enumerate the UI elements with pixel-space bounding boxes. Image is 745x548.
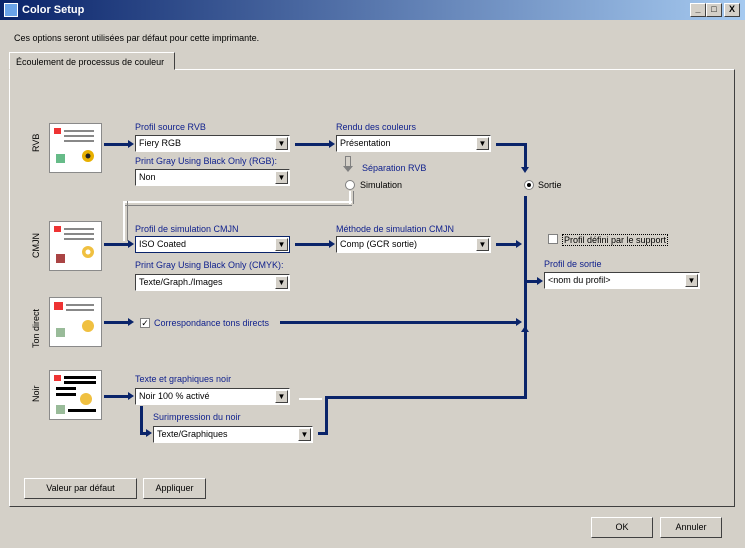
apply-button[interactable]: Appliquer xyxy=(143,478,206,499)
arrow-right-icon xyxy=(329,140,335,148)
tons-directs-checkbox[interactable]: ✓ xyxy=(140,318,150,328)
cmjn-document-icon xyxy=(49,221,102,271)
default-button[interactable]: Valeur par défaut xyxy=(24,478,137,499)
flow-line xyxy=(524,338,527,398)
chevron-down-icon: ▼ xyxy=(298,428,311,441)
simulation-path-line xyxy=(123,201,352,206)
row-label-ton-direct: Ton direct xyxy=(31,308,41,348)
arrow-right-icon xyxy=(329,240,335,248)
flow-line xyxy=(325,396,328,435)
flow-line xyxy=(524,143,527,168)
arrow-right-icon xyxy=(537,277,543,285)
noir-texte-select[interactable]: Noir 100 % activé ▼ xyxy=(135,388,290,405)
simulation-label: Simulation xyxy=(360,180,403,190)
rvb-gray-select[interactable]: Non ▼ xyxy=(135,169,290,186)
row-label-rvb: RVB xyxy=(31,133,41,152)
description-text: Ces options seront utilisées par défaut … xyxy=(14,33,260,43)
flow-line xyxy=(496,243,516,246)
cmjn-method-label: Méthode de simulation CMJN xyxy=(336,224,455,234)
rendu-label: Rendu des couleurs xyxy=(336,122,417,132)
chevron-down-icon: ▼ xyxy=(275,390,288,403)
rvb-document-icon xyxy=(49,123,102,173)
sortie-label: Sortie xyxy=(538,180,562,190)
chevron-down-icon: ▼ xyxy=(275,276,288,289)
profil-sortie-label: Profil de sortie xyxy=(544,259,602,269)
app-icon xyxy=(4,3,18,17)
chevron-down-icon: ▼ xyxy=(275,137,288,150)
rvb-gray-label: Print Gray Using Black Only (RGB): xyxy=(135,156,278,166)
arrow-down-icon xyxy=(521,167,529,173)
chevron-down-icon: ▼ xyxy=(685,274,698,287)
cmjn-method-select[interactable]: Comp (GCR sortie) ▼ xyxy=(336,236,491,253)
simulation-path-line xyxy=(123,201,128,241)
rvb-source-select[interactable]: Fiery RGB ▼ xyxy=(135,135,290,152)
title-bar xyxy=(0,0,745,20)
cmjn-gray-label: Print Gray Using Black Only (CMYK): xyxy=(135,260,284,270)
simulation-radio[interactable] xyxy=(345,180,355,190)
chevron-down-icon: ▼ xyxy=(275,238,288,251)
flow-line xyxy=(104,143,128,146)
arrow-up-icon xyxy=(521,326,529,332)
flow-line xyxy=(299,398,322,400)
row-label-noir: Noir xyxy=(31,385,41,402)
sortie-radio[interactable] xyxy=(524,180,534,190)
minimize-button[interactable]: _ xyxy=(690,3,706,17)
rendu-select[interactable]: Présentation ▼ xyxy=(336,135,491,152)
arrow-right-icon xyxy=(128,392,134,400)
chevron-down-icon: ▼ xyxy=(275,171,288,184)
arrow-right-icon xyxy=(516,318,522,326)
cmjn-sim-select[interactable]: ISO Coated ▼ xyxy=(135,236,290,253)
tab-color-workflow[interactable]: Écoulement de processus de couleur xyxy=(9,52,175,70)
surimp-label: Surimpression du noir xyxy=(153,412,241,422)
flow-line xyxy=(280,321,516,324)
window-title: Color Setup xyxy=(22,4,85,16)
separation-label: Séparation RVB xyxy=(362,163,427,173)
flow-line xyxy=(295,243,329,246)
ok-button[interactable]: OK xyxy=(591,517,653,538)
flow-line xyxy=(140,406,143,434)
cmjn-gray-select[interactable]: Texte/Graph./Images ▼ xyxy=(135,274,290,291)
profil-support-checkbox[interactable] xyxy=(548,234,558,244)
surimp-select[interactable]: Texte/Graphiques ▼ xyxy=(153,426,313,443)
profil-sortie-select[interactable]: <nom du profil> ▼ xyxy=(544,272,700,289)
flow-line xyxy=(325,396,527,399)
cancel-button[interactable]: Annuler xyxy=(660,517,722,538)
maximize-button[interactable]: □ xyxy=(706,3,722,17)
noir-document-icon xyxy=(49,370,102,420)
chevron-down-icon: ▼ xyxy=(476,137,489,150)
noir-texte-label: Texte et graphiques noir xyxy=(135,374,232,384)
arrow-right-icon xyxy=(516,240,522,248)
flow-line xyxy=(295,143,329,146)
ton-direct-document-icon xyxy=(49,297,102,347)
separation-arrowhead-icon xyxy=(343,166,353,172)
flow-line xyxy=(496,143,526,146)
close-button[interactable]: X xyxy=(724,3,740,17)
rvb-source-label: Profil source RVB xyxy=(135,122,206,132)
arrow-right-icon xyxy=(146,429,152,437)
row-label-cmjn: CMJN xyxy=(31,233,41,258)
arrow-right-icon xyxy=(128,240,134,248)
chevron-down-icon: ▼ xyxy=(476,238,489,251)
flow-line xyxy=(104,321,128,324)
arrow-right-icon xyxy=(128,140,134,148)
profil-support-label: Profil défini par le support xyxy=(562,234,669,246)
flow-line xyxy=(104,243,128,246)
flow-line xyxy=(104,395,128,398)
cmjn-sim-label: Profil de simulation CMJN xyxy=(135,224,239,234)
flow-line xyxy=(527,280,537,283)
arrow-right-icon xyxy=(128,318,134,326)
tons-directs-label: Correspondance tons directs xyxy=(154,318,270,328)
